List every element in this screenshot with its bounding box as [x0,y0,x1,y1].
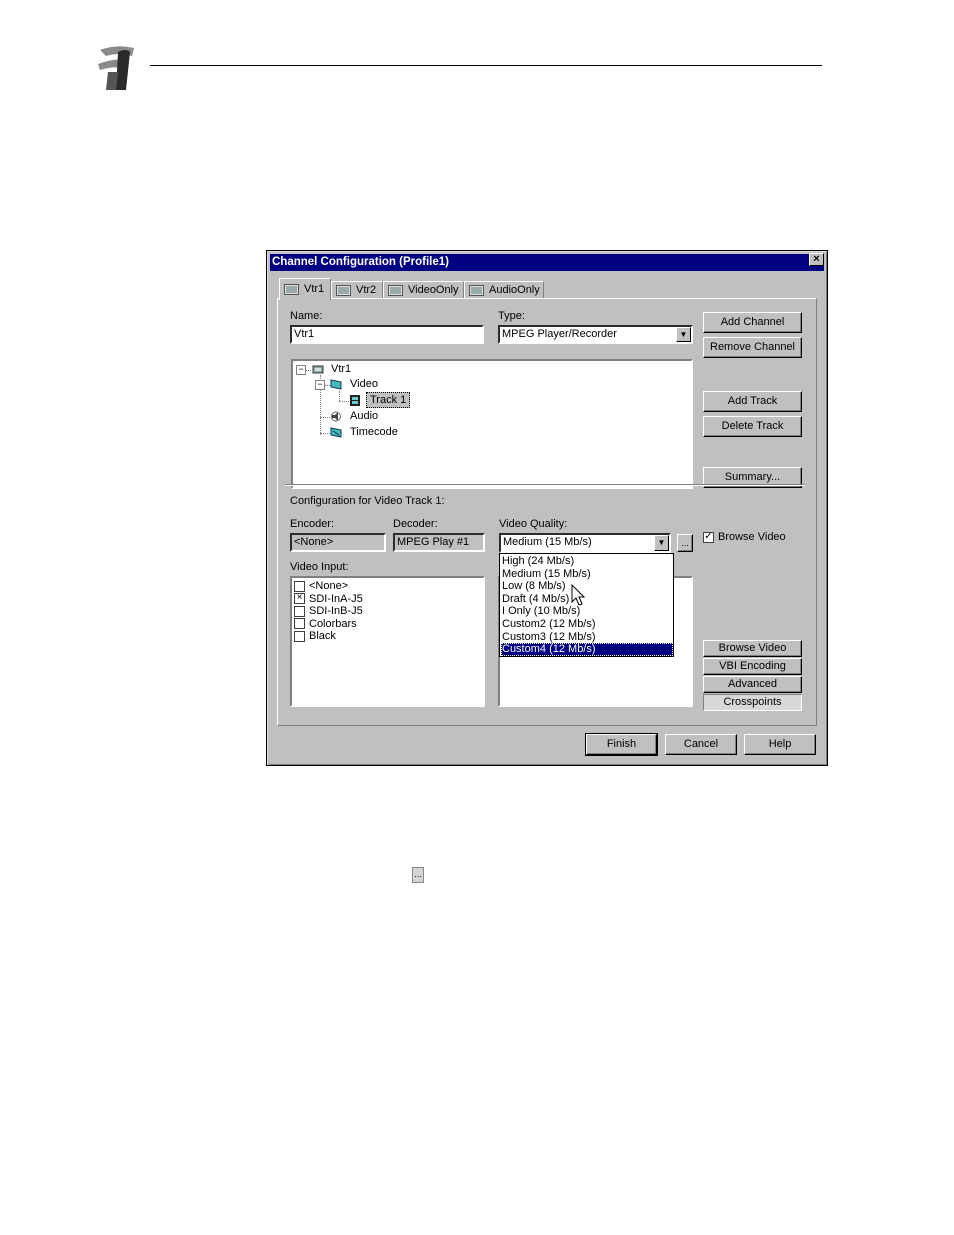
checkbox[interactable]: ✓ [703,531,714,543]
type-select-value: MPEG Player/Recorder [502,328,617,340]
delete-track-button[interactable]: Delete Track [703,416,802,437]
add-channel-button[interactable]: Add Channel [703,312,802,333]
quality-option[interactable]: Low (8 Mb/s) [501,580,673,593]
name-label: Name: [290,310,323,322]
video-input-label-text: SDI-InA-J5 [309,592,363,605]
tree-item-video[interactable]: Video [350,378,378,390]
help-button[interactable]: Help [744,734,816,755]
channel-tree[interactable]: − Vtr1 − Video Track 1 Audio Timecode [291,359,693,489]
crosspoints-button[interactable]: Crosspoints [703,694,802,711]
video-input-item[interactable]: <None> [294,580,348,592]
video-input-label-text: SDI-InB-J5 [309,605,363,617]
vbi-encoding-button[interactable]: VBI Encoding [703,658,802,675]
tab-vtr1[interactable]: Vtr1 [279,278,331,300]
timecode-icon [330,427,342,438]
tab-videoonly[interactable]: VideoOnly [383,281,464,299]
checkbox[interactable] [294,630,305,642]
video-quality-value: Medium (15 Mb/s) [503,536,592,548]
tree-item-audio[interactable]: Audio [350,410,378,422]
config-heading: Configuration for Video Track 1: [290,495,445,507]
video-input-item[interactable]: × SDI-InA-J5 [294,593,363,605]
section-divider [285,484,805,486]
vtr-icon [336,284,351,296]
video-input-label-text: Colorbars [309,617,357,630]
video-input-list[interactable]: <None> × SDI-InA-J5 SDI-InB-J5 Colorbars … [290,576,485,707]
vtr-icon [388,284,403,296]
video-quality-label: Video Quality: [499,518,568,530]
video-input-label-text: Black [309,630,336,642]
close-button[interactable]: × [809,253,824,266]
inline-more-button: ... [412,867,424,883]
tree-item-track-1[interactable]: Track 1 [366,392,411,408]
checkbox[interactable]: × [294,593,305,605]
type-select[interactable]: MPEG Player/Recorder ▼ [498,325,693,344]
chevron-down-icon[interactable]: ▼ [676,327,691,342]
quality-option-selected[interactable]: Custom4 (12 Mb/s) [501,643,673,656]
tab-label: Vtr1 [304,283,325,295]
company-logo-icon [96,42,138,92]
tab-label: AudioOnly [489,284,540,296]
video-icon [330,379,342,390]
encoder-label: Encoder: [290,518,335,530]
video-input-item[interactable]: Black [294,630,336,642]
browse-video-checkbox-label: Browse Video [718,531,786,543]
tab-label: VideoOnly [408,284,459,296]
vtr-icon [312,365,324,374]
cancel-button[interactable]: Cancel [665,734,737,755]
dialog-title: Channel Configuration (Profile1) [270,254,824,271]
tab-vtr2[interactable]: Vtr2 [331,281,383,299]
video-input-label-text: <None> [309,580,349,592]
collapse-icon[interactable]: − [296,365,306,375]
video-input-item[interactable]: SDI-InB-J5 [294,605,363,617]
name-input[interactable]: Vtr1 [290,325,484,344]
header-rule [150,65,822,66]
collapse-icon[interactable]: − [315,380,325,390]
type-label: Type: [498,310,525,322]
encoder-field: <None> [290,533,386,552]
vtr-icon [469,284,484,296]
quality-option[interactable]: Medium (15 Mb/s) [501,568,673,581]
remove-channel-button[interactable]: Remove Channel [703,337,802,358]
quality-option[interactable]: High (24 Mb/s) [501,555,673,568]
mouse-pointer-icon [571,584,585,606]
video-quality-more-button[interactable]: ... [677,534,693,552]
vtr-icon [284,283,299,295]
quality-option[interactable]: I Only (10 Mb/s) [501,605,673,618]
tree-item-vtr1[interactable]: Vtr1 [331,363,351,375]
quality-option[interactable]: Custom2 (12 Mb/s) [501,618,673,631]
checkbox[interactable] [294,605,305,617]
decoder-label: Decoder: [393,518,438,530]
chevron-down-icon[interactable]: ▼ [654,535,669,551]
video-input-label: Video Input: [290,561,349,573]
checkbox[interactable] [294,618,305,630]
browse-video-button[interactable]: Browse Video [703,640,802,657]
film-track-icon [350,395,360,406]
video-quality-select[interactable]: Medium (15 Mb/s) ▼ [499,533,671,553]
browse-video-checkbox[interactable]: ✓ Browse Video [703,531,786,543]
decoder-field: MPEG Play #1 [393,533,485,552]
advanced-button[interactable]: Advanced [703,676,802,693]
checkbox[interactable] [294,580,305,592]
channel-configuration-dialog: Channel Configuration (Profile1) × Vtr1 … [266,250,828,766]
video-quality-dropdown[interactable]: High (24 Mb/s) Medium (15 Mb/s) Low (8 M… [499,553,674,657]
video-input-item[interactable]: Colorbars [294,618,357,630]
finish-button[interactable]: Finish [585,733,658,756]
tab-label: Vtr2 [356,284,377,296]
speaker-icon [331,411,341,422]
quality-option[interactable]: Custom3 (12 Mb/s) [501,631,673,644]
tab-audioonly[interactable]: AudioOnly [464,281,544,299]
add-track-button[interactable]: Add Track [703,391,802,412]
quality-option[interactable]: Draft (4 Mb/s) [501,593,673,606]
tree-item-timecode[interactable]: Timecode [350,426,398,438]
